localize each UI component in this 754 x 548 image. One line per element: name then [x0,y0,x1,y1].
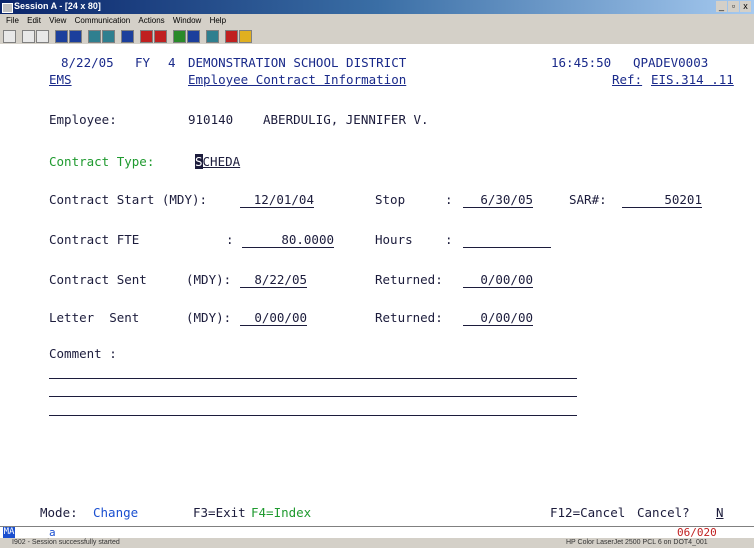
display-icon[interactable] [88,30,101,43]
menu-edit[interactable]: Edit [27,14,41,27]
menu-help[interactable]: Help [210,14,226,27]
menu-view[interactable]: View [49,14,66,27]
paste-icon[interactable] [36,30,49,43]
comment-line-1[interactable] [49,378,577,379]
letter-returned-field[interactable]: 0/00/00 [463,310,533,326]
comment-line-3[interactable] [49,415,577,416]
session-indicator: a [49,526,56,539]
stop-label: Stop [375,192,406,207]
employee-label: Employee: [49,112,117,127]
screen-title: Employee Contract Information [188,72,407,87]
contract-type-value: CHEDA [202,154,241,169]
menu-file[interactable]: File [6,14,19,27]
contract-fte-separator: : [226,232,234,247]
record-macro-icon[interactable] [140,30,153,43]
cursor-position: 06/020 [677,526,717,539]
hours-label: Hours [375,232,413,247]
restore-button[interactable]: ▫ [728,1,739,12]
printer-status: HP Color LaserJet 2500 PCL 6 on DOT4_001 [566,539,708,546]
pencil-icon[interactable] [239,30,252,43]
header-fy-label: FY [135,55,151,70]
send-file-icon[interactable] [55,30,68,43]
contract-type-label: Contract Type: [49,154,155,169]
f4-index-key[interactable]: F4=Index [251,505,311,520]
letter-sent-mdy: (MDY): [186,310,232,325]
session-icon[interactable] [187,30,200,43]
header-system: QPADEV0003 [633,55,709,70]
contract-fte-field[interactable]: 80.0000 [242,232,334,248]
stop-macro-icon[interactable] [154,30,167,43]
stop-field[interactable]: 6/30/05 [463,192,533,208]
keyboard-icon[interactable] [102,30,115,43]
f12-cancel-key[interactable]: F12=Cancel [550,505,625,520]
letter-returned-label: Returned: [375,310,443,325]
sar-label: SAR#: [569,192,607,207]
employee-name: ABERDULIG, JENNIFER V. [263,112,429,127]
header-district: DEMONSTRATION SCHOOL DISTRICT [188,55,407,70]
employee-number: 910140 [188,112,234,127]
menu-actions[interactable]: Actions [138,14,164,27]
cancel-question-label: Cancel? [637,505,690,520]
letter-sent-field[interactable]: 0/00/00 [240,310,307,326]
ref-label: Ref: [612,72,643,87]
heart-icon[interactable] [225,30,238,43]
mode-value: Change [93,505,139,520]
status-message: I902 - Session successfully started [12,539,120,546]
f3-exit-key[interactable]: F3=Exit [193,505,246,520]
app-name: EMS [49,72,72,87]
contract-start-field[interactable]: 12/01/04 [240,192,314,208]
minimize-button[interactable]: _ [716,1,727,12]
app-icon [2,3,13,13]
cancel-field[interactable]: N [716,505,724,520]
mode-label: Mode: [40,505,78,520]
contract-sent-field[interactable]: 8/22/05 [240,272,307,288]
header-fy-value: 4 [168,55,176,70]
header-date: 8/22/05 [61,55,114,70]
contract-fte-label: Contract FTE [49,232,140,247]
play-macro-icon[interactable] [173,30,186,43]
comment-line-2[interactable] [49,396,577,397]
hours-separator: : [445,232,453,247]
toolbar [0,27,754,45]
contract-type-field[interactable]: SCHEDA [195,154,240,169]
window-titlebar: Session A - [24 x 80] _ ▫ x [0,0,754,14]
contract-returned-field[interactable]: 0/00/00 [463,272,533,288]
cursor: S [195,154,203,169]
help-icon[interactable] [206,30,219,43]
ma-indicator: MA [3,527,15,538]
menu-bar: File Edit View Communication Actions Win… [0,14,754,27]
close-button[interactable]: x [740,1,751,12]
print-screen-icon[interactable] [3,30,16,43]
copy-icon[interactable] [22,30,35,43]
status-bar: I902 - Session successfully started HP C… [0,538,754,548]
sar-field[interactable]: 50201 [622,192,702,208]
comment-label: Comment : [49,346,117,361]
stop-separator: : [445,192,453,207]
letter-sent-label: Letter Sent [49,310,140,325]
header-time: 16:45:50 [551,55,612,70]
menu-communication[interactable]: Communication [75,14,131,27]
contract-returned-label: Returned: [375,272,443,287]
contract-start-label: Contract Start (MDY): [49,192,208,207]
contract-sent-mdy: (MDY): [186,272,232,287]
contract-sent-label: Contract Sent [49,272,147,287]
receive-file-icon[interactable] [69,30,82,43]
terminal-screen: 8/22/05 FY 4 DEMONSTRATION SCHOOL DISTRI… [0,44,754,532]
menu-window[interactable]: Window [173,14,201,27]
ref-value: EIS.314 .11 [651,72,734,87]
hours-field[interactable] [463,232,551,248]
window-title: Session A - [24 x 80] [14,1,101,11]
color-icon[interactable] [121,30,134,43]
